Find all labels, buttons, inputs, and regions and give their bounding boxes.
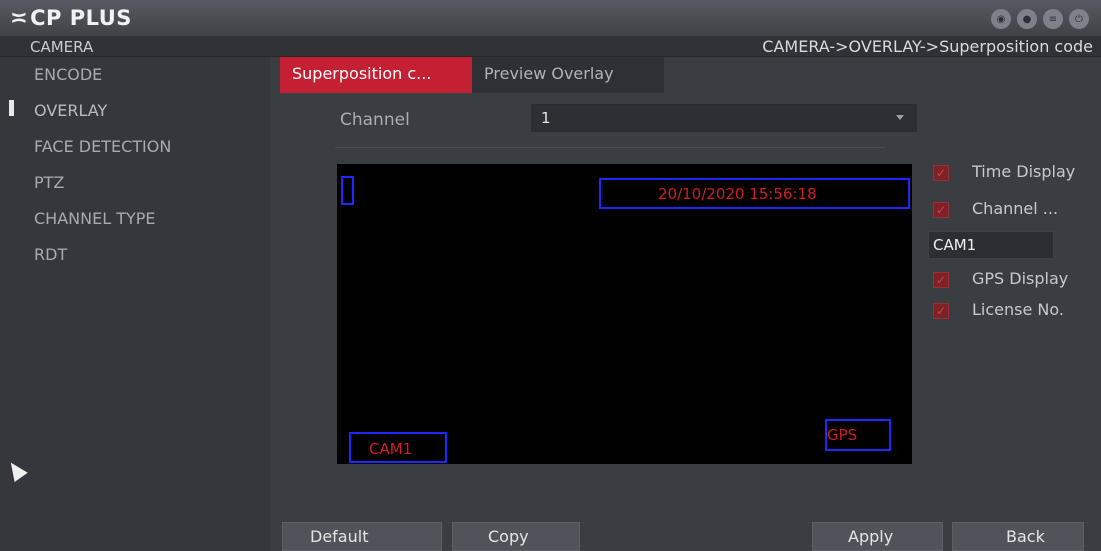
channel-label: Channel — [340, 110, 410, 130]
time-overlay-box[interactable]: 20/10/2020 15:56:18 — [599, 178, 910, 209]
divider — [335, 147, 885, 148]
section-title: CAMERA — [30, 38, 94, 56]
time-display-checkbox[interactable]: ✓ — [933, 165, 949, 181]
tab-preview-overlay[interactable]: Preview Overlay — [472, 57, 664, 93]
license-no-checkbox[interactable]: ✓ — [933, 303, 949, 319]
tab-superposition-code[interactable]: Superposition c... — [280, 57, 472, 93]
logo-mark-icon: ≍ — [10, 6, 29, 30]
power-icon[interactable]: ⏻ — [1069, 9, 1089, 29]
breadcrumb-bar: CAMERA CAMERA->OVERLAY->Superposition co… — [0, 36, 1101, 57]
video-preview: 20/10/2020 15:56:18 CAM1 GPS — [337, 164, 912, 464]
tab-bar: Superposition c... Preview Overlay — [280, 57, 664, 93]
logo-text: CP PLUS — [30, 6, 132, 30]
mouse-pointer-icon — [4, 458, 28, 482]
channel-title-checkbox[interactable]: ✓ — [933, 202, 949, 218]
top-bar: ≍CP PLUS ◉ ● ≡ ⏻ — [0, 0, 1101, 36]
sidebar-item-encode[interactable]: ENCODE — [0, 57, 270, 93]
sidebar-item-label: OVERLAY — [34, 101, 108, 120]
eye-icon[interactable]: ◉ — [991, 9, 1011, 29]
sidebar-item-ptz[interactable]: PTZ — [0, 165, 270, 201]
cp-plus-logo: ≍CP PLUS — [10, 6, 132, 30]
gps-overlay-text: GPS — [827, 426, 858, 444]
license-no-option[interactable]: ✓ License No. — [928, 298, 1101, 326]
apply-button[interactable]: Apply — [812, 522, 943, 551]
user-icon[interactable]: ● — [1017, 9, 1037, 29]
license-no-label: License No. — [972, 300, 1064, 319]
chevron-down-icon — [896, 115, 904, 120]
sidebar-item-overlay[interactable]: OVERLAY — [0, 93, 270, 129]
top-toolbar: ◉ ● ≡ ⏻ — [991, 9, 1089, 29]
channel-title-label: Channel ... — [972, 199, 1059, 218]
sidebar: ENCODE OVERLAY FACE DETECTION PTZ CHANNE… — [0, 57, 270, 551]
list-icon[interactable]: ≡ — [1043, 9, 1063, 29]
sidebar-item-channel-type[interactable]: CHANNEL TYPE — [0, 201, 270, 237]
active-marker — [9, 100, 14, 116]
time-overlay-text: 20/10/2020 15:56:18 — [658, 185, 817, 203]
channel-name-input[interactable] — [928, 231, 1054, 259]
sidebar-item-rdt[interactable]: RDT — [0, 237, 270, 273]
channel-select-value: 1 — [541, 109, 551, 127]
channel-overlay-text: CAM1 — [369, 440, 413, 458]
back-button[interactable]: Back — [952, 522, 1084, 551]
gps-overlay-box[interactable]: GPS — [825, 419, 891, 451]
channel-title-option[interactable]: ✓ Channel ... — [928, 197, 1101, 225]
gps-display-checkbox[interactable]: ✓ — [933, 272, 949, 288]
copy-button[interactable]: Copy — [452, 522, 580, 551]
channel-select[interactable]: 1 — [531, 104, 917, 132]
time-display-label: Time Display — [972, 162, 1076, 181]
channel-overlay-box[interactable]: CAM1 — [349, 432, 447, 463]
gps-display-option[interactable]: ✓ GPS Display — [928, 267, 1101, 295]
time-display-option[interactable]: ✓ Time Display — [928, 160, 1101, 188]
overlay-region-box[interactable] — [341, 176, 354, 205]
sidebar-item-face-detection[interactable]: FACE DETECTION — [0, 129, 270, 165]
gps-display-label: GPS Display — [972, 269, 1069, 288]
breadcrumb: CAMERA->OVERLAY->Superposition code — [762, 37, 1093, 56]
default-button[interactable]: Default — [282, 522, 442, 551]
